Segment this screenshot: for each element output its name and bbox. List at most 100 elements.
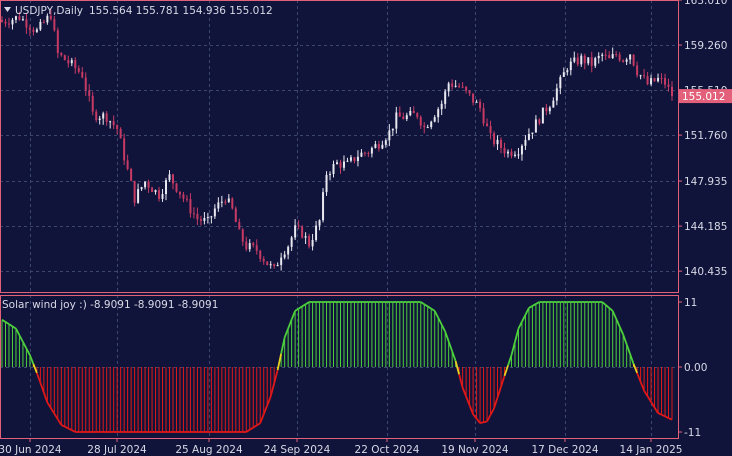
candle-body bbox=[660, 77, 663, 79]
candle-body bbox=[276, 264, 279, 267]
ohlc-label: 155.564 155.781 154.936 155.012 bbox=[89, 5, 273, 17]
candle-body bbox=[594, 58, 597, 66]
candle-body bbox=[213, 208, 216, 217]
candle-body bbox=[116, 125, 119, 129]
symbol-label[interactable]: USDJPY,Daily bbox=[15, 5, 83, 17]
candle-body bbox=[486, 123, 489, 127]
candle-body bbox=[527, 133, 530, 140]
time-axis-label: 25 Aug 2024 bbox=[175, 444, 243, 456]
candle-body bbox=[28, 27, 31, 30]
indicator-label[interactable]: Solar wind joy :) -8.9091 -8.9091 -8.909… bbox=[2, 299, 218, 311]
time-axis-label: 22 Oct 2024 bbox=[355, 444, 420, 456]
candle-body bbox=[304, 236, 307, 238]
candle-body bbox=[559, 76, 562, 89]
candle[interactable] bbox=[175, 182, 178, 193]
candle[interactable] bbox=[123, 133, 126, 166]
candle-body bbox=[377, 144, 380, 149]
candle-body bbox=[231, 198, 234, 209]
candle-body bbox=[332, 164, 335, 174]
candle-body bbox=[458, 85, 461, 87]
candle-body bbox=[367, 153, 370, 155]
candle-body bbox=[604, 54, 607, 56]
candle[interactable] bbox=[322, 188, 325, 223]
candle-body bbox=[555, 88, 558, 101]
candle-body bbox=[210, 216, 213, 218]
candle-body bbox=[447, 83, 450, 92]
candle-body bbox=[440, 103, 443, 110]
candle-body bbox=[632, 54, 635, 66]
candle-body bbox=[576, 57, 579, 65]
candle-body bbox=[363, 152, 366, 154]
candle-body bbox=[482, 108, 485, 124]
candle-body bbox=[437, 109, 440, 118]
candle-body bbox=[625, 59, 628, 62]
candle-body bbox=[583, 55, 586, 64]
candle-body bbox=[524, 139, 527, 146]
candle-body bbox=[360, 152, 363, 157]
candle-body bbox=[39, 21, 42, 30]
candle[interactable] bbox=[231, 197, 234, 210]
candle-body bbox=[238, 222, 241, 230]
price-axis-label: 163.010 bbox=[684, 0, 727, 7]
candle-body bbox=[650, 78, 653, 85]
candle-body bbox=[70, 60, 73, 64]
candle-body bbox=[325, 174, 328, 193]
candle-body bbox=[112, 121, 115, 126]
candle-body bbox=[454, 85, 457, 87]
candle-body bbox=[130, 168, 133, 181]
candle-body bbox=[318, 220, 321, 226]
candle-body bbox=[412, 110, 415, 114]
candle-body bbox=[81, 71, 84, 78]
candle-body bbox=[123, 138, 126, 161]
candle-body bbox=[562, 72, 565, 77]
candle-body bbox=[370, 147, 373, 154]
candle-body bbox=[388, 130, 391, 141]
candle-body bbox=[259, 250, 262, 259]
candle-body bbox=[611, 54, 614, 59]
candle-body bbox=[151, 187, 154, 193]
candle-body bbox=[444, 91, 447, 104]
candle-body bbox=[255, 245, 258, 251]
candle-body bbox=[269, 264, 272, 266]
candle[interactable] bbox=[632, 54, 635, 67]
candle-body bbox=[322, 192, 325, 221]
candle[interactable] bbox=[301, 225, 304, 239]
trading-chart[interactable]: 163.010159.260155.510151.760147.935144.1… bbox=[0, 0, 732, 456]
time-axis-label: 28 Jul 2024 bbox=[87, 444, 147, 456]
candle-body bbox=[520, 145, 523, 155]
candle-body bbox=[384, 140, 387, 145]
candle-body bbox=[503, 147, 506, 154]
price-axis-label: 151.760 bbox=[684, 130, 727, 142]
candle-body bbox=[95, 111, 98, 120]
candle[interactable] bbox=[234, 206, 237, 223]
candle-body bbox=[608, 55, 611, 59]
candle-body bbox=[220, 201, 223, 203]
candle-body bbox=[601, 54, 604, 56]
last-price-label: 155.012 bbox=[682, 91, 725, 103]
candle[interactable] bbox=[266, 261, 269, 266]
candle[interactable] bbox=[63, 54, 66, 61]
candle[interactable] bbox=[133, 180, 136, 207]
candle-body bbox=[63, 55, 66, 61]
candle-body bbox=[391, 128, 394, 131]
candle-body bbox=[395, 112, 398, 129]
candle-body bbox=[646, 76, 649, 85]
candle-body bbox=[506, 151, 509, 154]
candle-body bbox=[349, 157, 352, 161]
candle-body bbox=[664, 78, 667, 85]
candle-body bbox=[245, 241, 248, 250]
candle-body bbox=[402, 116, 405, 120]
candle[interactable] bbox=[130, 167, 133, 182]
candle-body bbox=[500, 139, 503, 148]
candle-body bbox=[315, 225, 318, 241]
candle-body bbox=[158, 190, 161, 199]
candle-body bbox=[573, 57, 576, 62]
candle[interactable] bbox=[541, 107, 544, 124]
candle-body bbox=[165, 180, 168, 195]
candle-body bbox=[468, 90, 471, 94]
candle-body bbox=[510, 151, 513, 156]
candle-body bbox=[60, 53, 63, 56]
oscillator-curve-segment bbox=[483, 420, 488, 424]
candle-body bbox=[248, 243, 251, 250]
candle-body bbox=[465, 86, 468, 91]
